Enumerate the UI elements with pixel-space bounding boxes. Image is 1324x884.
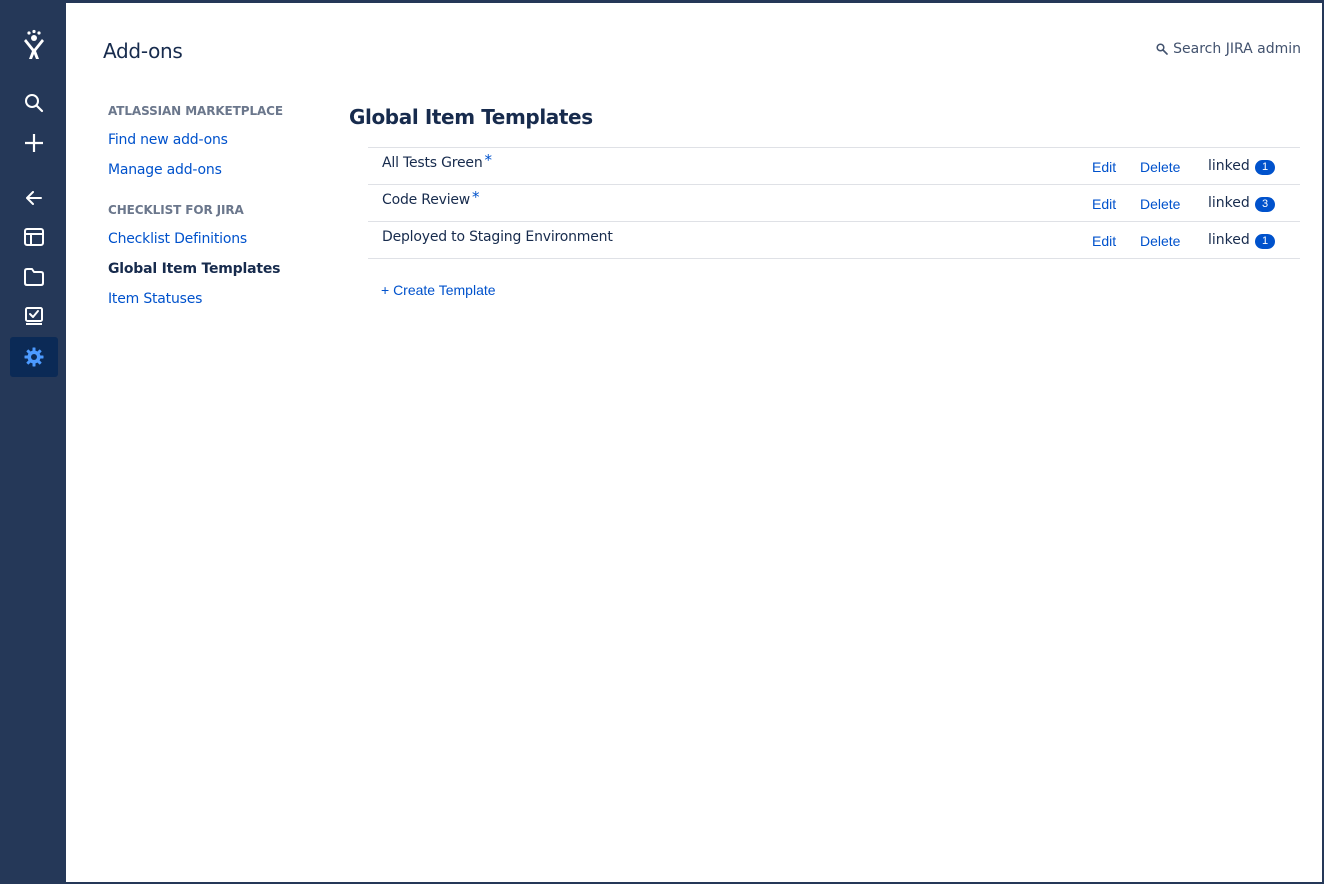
edit-link[interactable]: Edit bbox=[1092, 233, 1116, 249]
sidebar-item-checklist-definitions[interactable]: Checklist Definitions bbox=[108, 231, 247, 247]
sidebar-item-global-item-templates[interactable]: Global Item Templates bbox=[108, 261, 280, 277]
linked-label: linked bbox=[1208, 232, 1250, 248]
create-template-link[interactable]: + Create Template bbox=[381, 282, 496, 298]
linked-count-badge: 3 bbox=[1255, 197, 1275, 212]
board-icon[interactable] bbox=[10, 217, 58, 257]
search-icon bbox=[1156, 43, 1168, 55]
content-title: Global Item Templates bbox=[349, 105, 593, 129]
edit-link[interactable]: Edit bbox=[1092, 196, 1116, 212]
sidebar-item-item-statuses[interactable]: Item Statuses bbox=[108, 291, 202, 307]
page-title: Add-ons bbox=[103, 39, 183, 63]
template-name: Deployed to Staging Environment bbox=[382, 229, 613, 245]
template-name: All Tests Green * bbox=[382, 151, 493, 171]
settings-gear-icon[interactable] bbox=[10, 337, 58, 377]
table-row: Deployed to Staging Environment Edit Del… bbox=[368, 222, 1300, 259]
search-icon[interactable] bbox=[10, 83, 58, 123]
section-heading-marketplace: ATLASSIAN MARKETPLACE bbox=[108, 104, 283, 118]
search-admin-link[interactable]: Search JIRA admin bbox=[1156, 41, 1301, 57]
projects-folder-icon[interactable] bbox=[10, 257, 58, 297]
table-row: All Tests Green * Edit Delete linked 1 bbox=[368, 148, 1300, 185]
sidebar-item-find-new-addons[interactable]: Find new add-ons bbox=[108, 132, 228, 148]
checklist-icon[interactable] bbox=[10, 297, 58, 337]
star-icon: * bbox=[472, 188, 480, 206]
table-row: Code Review * Edit Delete linked 3 bbox=[368, 185, 1300, 222]
section-heading-checklist: CHECKLIST FOR JIRA bbox=[108, 203, 244, 217]
templates-table: All Tests Green * Edit Delete linked 1 Co… bbox=[368, 147, 1300, 259]
linked-label: linked bbox=[1208, 195, 1250, 211]
linked-label: linked bbox=[1208, 158, 1250, 174]
create-icon[interactable] bbox=[10, 123, 58, 163]
star-icon: * bbox=[484, 151, 493, 169]
search-admin-label: Search JIRA admin bbox=[1173, 41, 1301, 57]
back-arrow-icon[interactable] bbox=[10, 178, 58, 218]
delete-link[interactable]: Delete bbox=[1140, 233, 1180, 249]
edit-link[interactable]: Edit bbox=[1092, 159, 1116, 175]
linked-count-badge: 1 bbox=[1255, 160, 1275, 175]
sidebar-item-manage-addons[interactable]: Manage add-ons bbox=[108, 162, 222, 178]
template-name: Code Review * bbox=[382, 188, 480, 208]
delete-link[interactable]: Delete bbox=[1140, 196, 1180, 212]
jira-logo-icon[interactable] bbox=[10, 25, 58, 65]
main-panel: Add-ons Search JIRA admin ATLASSIAN MARK… bbox=[66, 3, 1322, 882]
global-sidebar bbox=[0, 0, 66, 884]
linked-count-badge: 1 bbox=[1255, 234, 1275, 249]
delete-link[interactable]: Delete bbox=[1140, 159, 1180, 175]
